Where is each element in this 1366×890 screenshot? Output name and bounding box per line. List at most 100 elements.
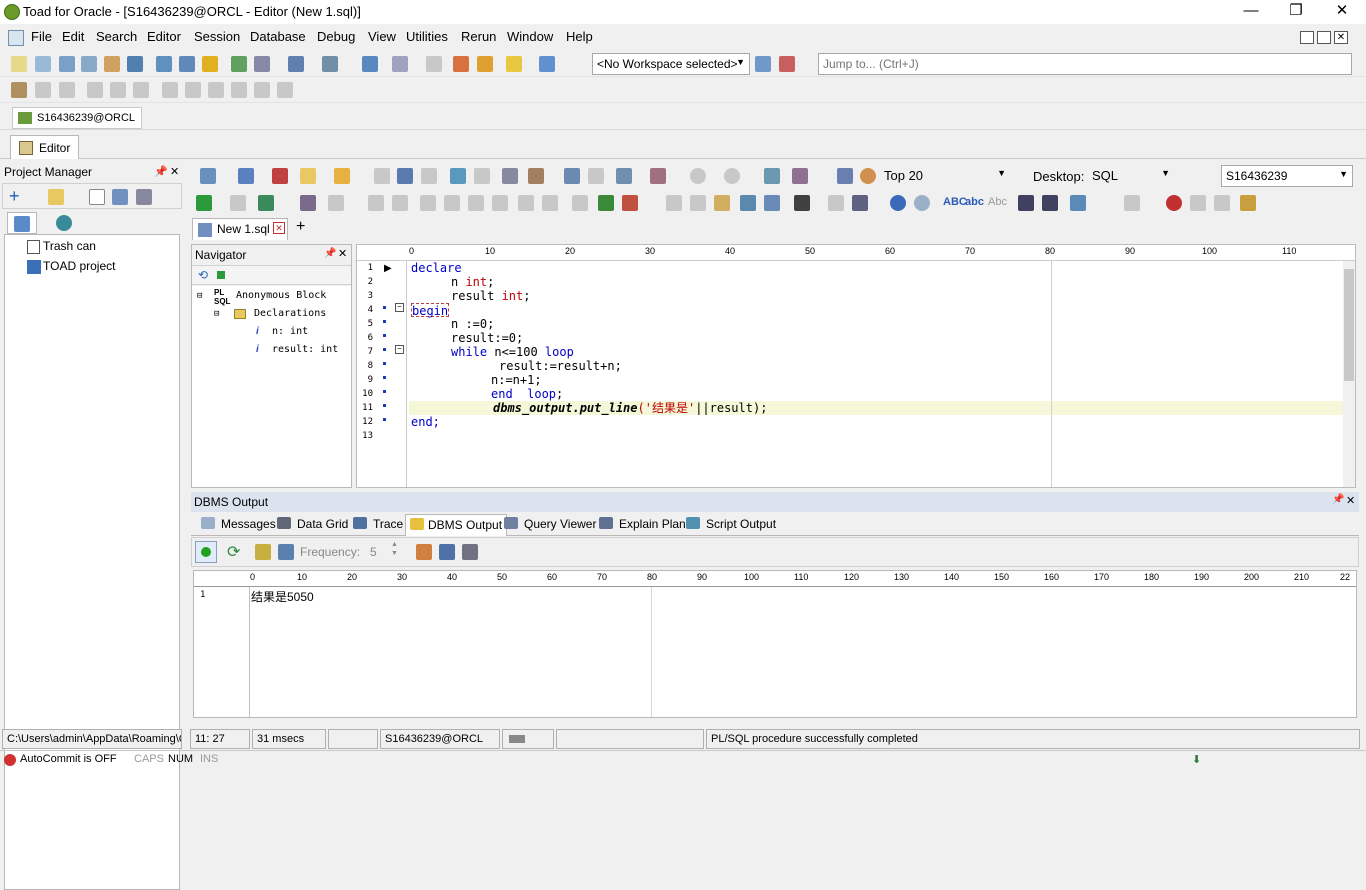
sql-icon[interactable] xyxy=(238,168,254,184)
restore-button[interactable]: ❐ xyxy=(1273,0,1319,24)
jump-to-input[interactable] xyxy=(818,53,1352,75)
tab-trace[interactable]: Trace xyxy=(353,517,403,531)
autocommit-status[interactable]: AutoCommit is OFF xyxy=(20,753,117,765)
refresh-icon[interactable]: ⟲ xyxy=(198,268,208,282)
menu-search[interactable]: Search xyxy=(96,29,137,44)
breakpoint-dot[interactable] xyxy=(383,376,386,379)
undo-icon[interactable] xyxy=(890,195,906,211)
forward-icon[interactable] xyxy=(724,168,740,184)
tab-new-1-sql[interactable]: New 1.sql ✕ xyxy=(192,218,288,240)
folder-icon[interactable] xyxy=(48,189,64,205)
menu-debug[interactable]: Debug xyxy=(317,29,355,44)
replace-icon[interactable] xyxy=(852,195,868,211)
record-icon[interactable] xyxy=(1166,195,1182,211)
connection-icon[interactable] xyxy=(200,168,216,184)
projects-tab[interactable] xyxy=(7,212,37,234)
compare-icon[interactable] xyxy=(539,56,555,72)
menu-help[interactable]: Help xyxy=(566,29,593,44)
refresh-icon[interactable] xyxy=(450,168,466,184)
back-icon[interactable] xyxy=(690,168,706,184)
chart-icon[interactable] xyxy=(362,56,378,72)
search-icon[interactable] xyxy=(860,168,876,184)
menu-rerun[interactable]: Rerun xyxy=(461,29,496,44)
save-icon[interactable] xyxy=(439,544,455,560)
menu-view[interactable]: View xyxy=(368,29,396,44)
breakpoint-dot[interactable] xyxy=(383,334,386,337)
frequency-spinner[interactable]: 5 xyxy=(370,545,377,559)
desktop-select[interactable]: SQL ▼ xyxy=(1088,165,1174,187)
grid-icon[interactable] xyxy=(127,56,143,72)
output-enable-button[interactable] xyxy=(195,541,217,563)
add-icon[interactable]: + xyxy=(9,187,20,205)
clipboard-icon[interactable] xyxy=(714,195,730,211)
top-n-select[interactable]: Top 20 ▼ xyxy=(880,165,1010,187)
indent-icon[interactable] xyxy=(740,195,756,211)
debug-run-icon[interactable] xyxy=(598,195,614,211)
minimize-button[interactable]: — xyxy=(1228,0,1274,24)
workspace-close-icon[interactable] xyxy=(779,56,795,72)
auto-poll-icon[interactable] xyxy=(255,544,271,560)
pin-icon[interactable]: 📌 xyxy=(154,165,168,178)
plsql-icon[interactable] xyxy=(792,168,808,184)
tab-query-viewer[interactable]: Query Viewer xyxy=(504,517,596,531)
refresh-icon[interactable]: ⟳ xyxy=(227,542,240,562)
gear-icon[interactable] xyxy=(11,82,27,98)
breakpoint-dot[interactable] xyxy=(383,390,386,393)
menu-window[interactable]: Window xyxy=(507,29,553,44)
connection-tab[interactable]: S16436239@ORCL xyxy=(12,107,143,129)
clear-icon[interactable] xyxy=(416,544,432,560)
schema-browser-icon[interactable] xyxy=(35,56,51,72)
print-icon[interactable] xyxy=(462,544,478,560)
save-as-icon[interactable] xyxy=(397,168,413,184)
breakpoint-dot[interactable] xyxy=(383,404,386,407)
fold-icon[interactable]: − xyxy=(395,303,404,312)
tree-item-trash[interactable]: Trash can xyxy=(17,239,96,255)
breakpoint-dot[interactable] xyxy=(383,348,386,351)
close-icon[interactable]: ✕ xyxy=(1346,494,1355,507)
tree-node-var-result[interactable]: result: int xyxy=(272,344,338,355)
grid-icon[interactable] xyxy=(616,168,632,184)
plsql-icon[interactable] xyxy=(392,56,408,72)
window-icon[interactable] xyxy=(156,56,172,72)
tab-dbms-output[interactable]: DBMS Output xyxy=(405,514,508,536)
workspace-select[interactable]: <No Workspace selected> ▼ xyxy=(592,53,750,75)
tab-explain-plan[interactable]: Explain Plan xyxy=(599,517,686,531)
mdi-close-button[interactable]: ✕ xyxy=(1334,31,1348,44)
menu-utilities[interactable]: Utilities xyxy=(406,29,448,44)
new-editor-icon[interactable] xyxy=(11,56,27,72)
mdi-minimize-button[interactable] xyxy=(1300,31,1314,44)
open-folder-icon[interactable] xyxy=(300,168,316,184)
sql-recall-icon[interactable] xyxy=(528,168,544,184)
breakpoint-dot[interactable] xyxy=(383,320,386,323)
tools-icon[interactable] xyxy=(322,56,338,72)
sql-icon[interactable] xyxy=(104,56,120,72)
breakpoint-dot[interactable] xyxy=(383,418,386,421)
close-icon[interactable]: ✕ xyxy=(338,247,347,260)
menu-file[interactable]: File xyxy=(31,29,52,44)
tree-node-declarations[interactable]: Declarations xyxy=(254,308,326,319)
pencil-icon[interactable] xyxy=(1240,195,1256,211)
close-button[interactable]: ✕ xyxy=(1319,0,1365,24)
star-icon[interactable] xyxy=(506,56,522,72)
pin-icon[interactable]: 📌 xyxy=(324,248,336,259)
spinner-arrows-icon[interactable]: ▲ ▼ xyxy=(391,540,398,558)
print-icon[interactable] xyxy=(136,189,152,205)
binoculars-icon[interactable] xyxy=(794,195,810,211)
tab-script-output[interactable]: Script Output xyxy=(686,517,776,531)
lightning-icon[interactable] xyxy=(202,56,218,72)
close-sql-icon[interactable] xyxy=(272,168,288,184)
tree-node-var-n[interactable]: n: int xyxy=(272,326,308,337)
schema-select[interactable]: S16436239 ▼ xyxy=(1221,165,1353,187)
menu-session[interactable]: Session xyxy=(194,29,240,44)
close-tab-icon[interactable]: ✕ xyxy=(273,222,285,234)
download-icon[interactable]: ⬇ xyxy=(1192,753,1201,766)
poll-icon[interactable] xyxy=(278,544,294,560)
code-editor[interactable]: 0 10 20 30 40 50 60 70 80 90 100 110 1 2… xyxy=(356,244,1356,488)
open-recent-icon[interactable] xyxy=(334,168,350,184)
sql-editor-icon[interactable] xyxy=(59,56,75,72)
tree-item-toad-project[interactable]: TOAD project xyxy=(17,259,115,275)
comment-icon[interactable] xyxy=(1070,195,1086,211)
database-tab[interactable] xyxy=(50,212,80,234)
export-icon[interactable] xyxy=(453,56,469,72)
format-icon[interactable] xyxy=(764,195,780,211)
